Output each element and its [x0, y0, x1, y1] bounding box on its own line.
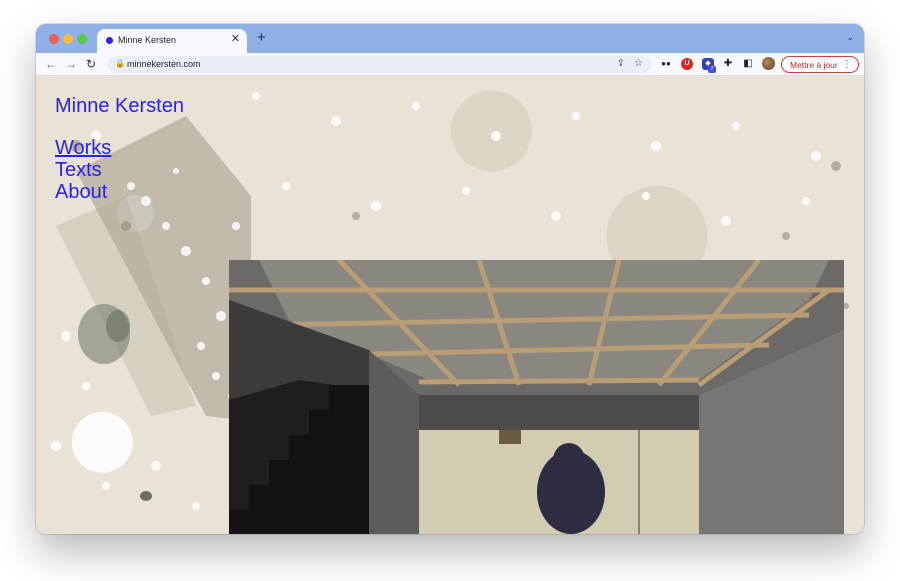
bookmark-star-icon[interactable]: ☆ [634, 58, 643, 70]
nav-link-about[interactable]: About [55, 181, 107, 203]
chevron-down-icon[interactable]: ⌄ [846, 32, 854, 43]
extensions-puzzle-icon[interactable]: ✚ [722, 58, 734, 70]
site-title-link[interactable]: Minne Kersten [55, 95, 184, 118]
lock-icon[interactable]: 🔒 [115, 59, 125, 68]
browser-toolbar: ← → ↻ 🔒 minnekersten.com ⇪ ☆ ●● U ◆ 7 ✚ … [36, 53, 864, 76]
minimize-window-button[interactable] [63, 34, 73, 44]
forward-arrow-icon[interactable]: → [65, 56, 77, 72]
side-panel-icon[interactable]: ◧ [742, 58, 754, 70]
tab-strip: Minne Kersten ✕ + ⌄ [36, 24, 864, 53]
extension-badge: 7 [708, 66, 716, 73]
web-page: Minne Kersten Works Texts About [36, 76, 864, 534]
close-window-button[interactable] [49, 34, 59, 44]
ublock-extension-icon[interactable]: U [681, 58, 693, 70]
profile-avatar[interactable] [762, 57, 775, 70]
back-arrow-icon[interactable]: ← [45, 56, 57, 72]
update-button-label: Mettre à jour [790, 60, 838, 70]
update-button[interactable]: Mettre à jour ⋮ [781, 56, 859, 73]
zoom-window-button[interactable] [77, 34, 87, 44]
share-icon[interactable]: ⇪ [617, 58, 625, 70]
plus-icon[interactable]: + [257, 30, 266, 46]
close-icon[interactable]: ✕ [231, 33, 240, 45]
url-text[interactable]: minnekersten.com [127, 59, 201, 69]
nav-link-works[interactable]: Works [55, 137, 111, 159]
installation-photo[interactable] [229, 260, 844, 534]
reload-icon[interactable]: ↻ [86, 56, 96, 72]
browser-window: Minne Kersten ✕ + ⌄ ← → ↻ 🔒 minnekersten… [36, 24, 864, 534]
tab-minne-kersten[interactable]: Minne Kersten ✕ [97, 29, 247, 53]
more-menu-icon[interactable]: ⋮ [842, 58, 852, 71]
tab-title: Minne Kersten [118, 35, 177, 45]
nav-link-texts[interactable]: Texts [55, 159, 102, 181]
address-bar[interactable]: 🔒 minnekersten.com ⇪ ☆ [108, 56, 651, 73]
favicon-icon [106, 37, 113, 44]
eyes-extension-icon[interactable]: ●● [660, 58, 672, 70]
